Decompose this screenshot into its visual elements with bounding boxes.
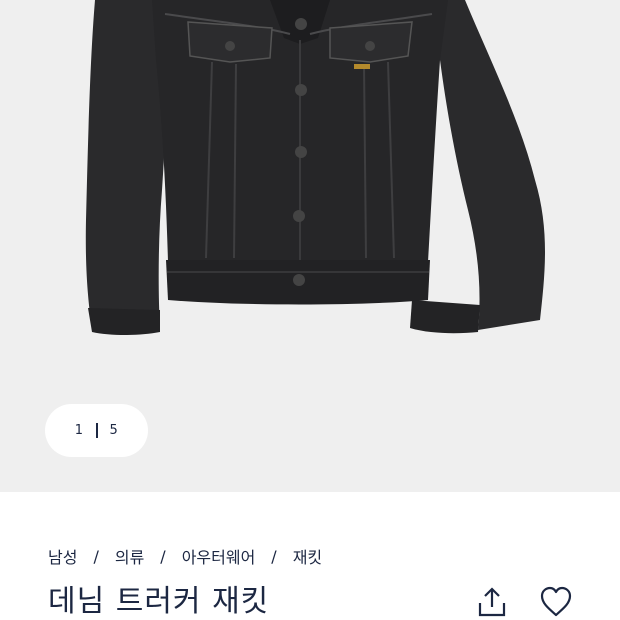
product-info: 남성 / 의류 / 아우터웨어 / 재킷 데님 트러커 재킷	[0, 492, 620, 620]
breadcrumb-separator: /	[160, 546, 166, 566]
heart-icon	[540, 586, 572, 617]
pager-total: 5	[109, 423, 119, 438]
breadcrumb-clothing[interactable]: 의류	[115, 544, 144, 568]
product-title: 데님 트러커 재킷	[48, 584, 270, 619]
breadcrumb-men[interactable]: 남성	[48, 544, 77, 568]
image-pager: 1 5	[45, 404, 148, 457]
product-image-gallery[interactable]: 1 5	[0, 0, 620, 492]
breadcrumb: 남성 / 의류 / 아우터웨어 / 재킷	[48, 544, 322, 568]
breadcrumb-jackets[interactable]: 재킷	[293, 544, 322, 568]
share-button[interactable]	[474, 584, 510, 620]
wishlist-button[interactable]	[538, 584, 574, 620]
breadcrumb-outerwear[interactable]: 아우터웨어	[182, 544, 256, 568]
pager-divider	[95, 423, 98, 438]
breadcrumb-separator: /	[271, 546, 277, 566]
share-icon	[478, 587, 506, 617]
pager-current: 1	[74, 423, 84, 438]
breadcrumb-separator: /	[93, 546, 99, 566]
